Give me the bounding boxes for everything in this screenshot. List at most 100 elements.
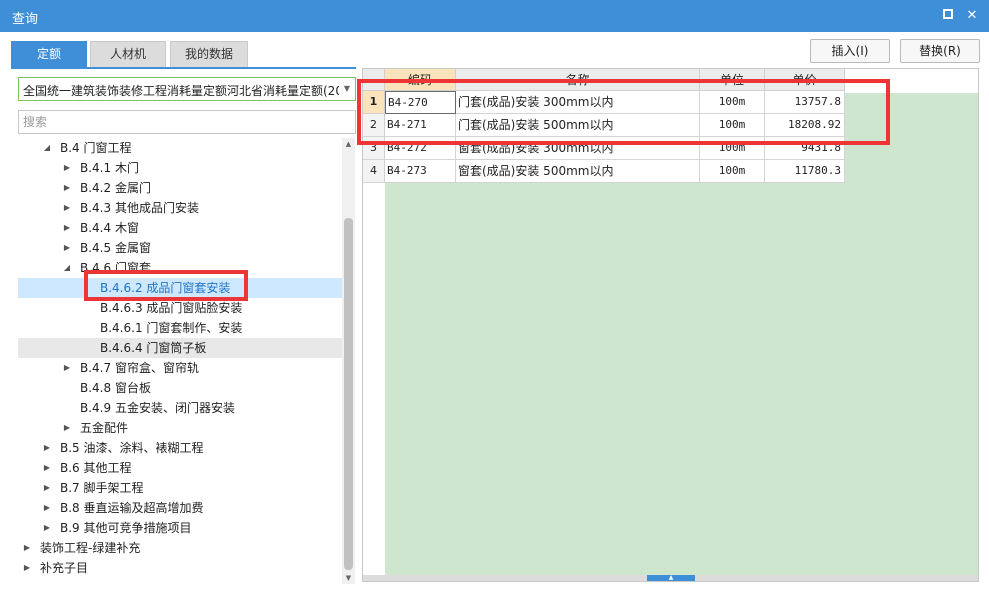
caret-collapsed-icon[interactable]: ▶: [42, 498, 52, 518]
tab-labor-materials[interactable]: 人材机: [90, 41, 166, 67]
tree-item-label: B.4.6.1 门窗套制作、安装: [100, 321, 243, 335]
tree-item[interactable]: ▶ 五金配件: [18, 418, 342, 438]
tree-item[interactable]: B.4.6.2 成品门窗套安装: [18, 278, 342, 298]
cell-code[interactable]: B4-271: [385, 114, 456, 137]
tree-item-label: B.4.6 门窗套: [80, 261, 151, 275]
search-input[interactable]: [18, 110, 356, 134]
cell-code[interactable]: B4-272: [385, 137, 456, 160]
tree-item[interactable]: ◢ B.4 门窗工程: [18, 138, 342, 158]
tree-item[interactable]: ◢ B.4.6 门窗套: [18, 258, 342, 278]
splitter-collapse-icon[interactable]: ▲: [647, 575, 695, 581]
caret-collapsed-icon[interactable]: ▶: [62, 158, 72, 178]
tree-item[interactable]: B.4.6.3 成品门窗贴脸安装: [18, 298, 342, 318]
tree-item-label: B.4 门窗工程: [60, 141, 132, 155]
tree-item-label: B.6 其他工程: [60, 461, 132, 475]
cell-code[interactable]: B4-273: [385, 160, 456, 183]
tree-item[interactable]: ▶ 装饰工程-绿建补充: [18, 538, 342, 558]
column-header-price[interactable]: 单价: [765, 69, 845, 91]
tree-item[interactable]: B.4.6.1 门窗套制作、安装: [18, 318, 342, 338]
tree-item[interactable]: ▶ B.4.7 窗帘盒、窗帘轨: [18, 358, 342, 378]
tab-quota[interactable]: 定额: [11, 41, 87, 67]
cell-name[interactable]: 窗套(成品)安装 500mm以内: [456, 160, 700, 183]
tab-my-data[interactable]: 我的数据: [170, 41, 248, 67]
quota-library-select[interactable]: 全国统一建筑装饰装修工程消耗量定额河北省消耗量定额(20 ▼: [18, 77, 356, 101]
cell-name[interactable]: 门套(成品)安装 300mm以内: [456, 91, 700, 114]
caret-collapsed-icon[interactable]: ▶: [62, 178, 72, 198]
replace-button[interactable]: 替换(R): [900, 39, 980, 63]
cell-unit[interactable]: 100m: [700, 160, 765, 183]
row-number[interactable]: 2: [363, 114, 385, 137]
tree-item-label: B.4.7 窗帘盒、窗帘轨: [80, 361, 199, 375]
caret-collapsed-icon[interactable]: ▶: [42, 518, 52, 538]
scroll-down-icon[interactable]: ▼: [342, 572, 355, 584]
caret-expanded-icon[interactable]: ◢: [62, 258, 72, 278]
scrollbar-thumb[interactable]: [344, 218, 353, 570]
scroll-up-icon[interactable]: ▲: [342, 138, 355, 150]
caret-collapsed-icon[interactable]: ▶: [62, 238, 72, 258]
row-number[interactable]: 3: [363, 137, 385, 160]
cell-name[interactable]: 门套(成品)安装 500mm以内: [456, 114, 700, 137]
tree-item[interactable]: ▶ B.4.1 木门: [18, 158, 342, 178]
tab-underline: [11, 67, 356, 69]
tree-item[interactable]: B.4.9 五金安装、闭门器安装: [18, 398, 342, 418]
tree-item-label: B.4.9 五金安装、闭门器安装: [80, 401, 235, 415]
tree-item-label: B.7 脚手架工程: [60, 481, 144, 495]
tree-item[interactable]: ▶ B.7 脚手架工程: [18, 478, 342, 498]
cell-code[interactable]: B4-270: [385, 91, 456, 114]
tree-item-label: B.4.2 金属门: [80, 181, 151, 195]
tree-item-label: 补充子目: [40, 561, 89, 575]
cell-unit[interactable]: 100m: [700, 91, 765, 114]
tree-item[interactable]: ▶ 补充子目: [18, 558, 342, 578]
caret-collapsed-icon[interactable]: ▶: [22, 538, 32, 558]
tree-item[interactable]: ▶ B.4.5 金属窗: [18, 238, 342, 258]
tree-item-label: B.4.6.2 成品门窗套安装: [100, 281, 231, 295]
tree-item[interactable]: ▶ B.4.2 金属门: [18, 178, 342, 198]
caret-collapsed-icon[interactable]: ▶: [62, 218, 72, 238]
caret-expanded-icon[interactable]: ◢: [42, 138, 52, 158]
tree-item-label: B.5 油漆、涂料、裱糊工程: [60, 441, 204, 455]
insert-button[interactable]: 插入(I): [810, 39, 890, 63]
tree-item[interactable]: B.4.8 窗台板: [18, 378, 342, 398]
tree-item-label: B.4.6.4 门窗筒子板: [100, 341, 207, 355]
row-number[interactable]: 4: [363, 160, 385, 183]
tree-item-label: B.4.4 木窗: [80, 221, 139, 235]
caret-collapsed-icon[interactable]: ▶: [42, 478, 52, 498]
cell-price[interactable]: 9431.8: [765, 137, 845, 160]
cell-name[interactable]: 窗套(成品)安装 300mm以内: [456, 137, 700, 160]
tree-item[interactable]: ▶ B.4.4 木窗: [18, 218, 342, 238]
tree-item[interactable]: ▶ B.5 油漆、涂料、裱糊工程: [18, 438, 342, 458]
tree-item[interactable]: ▶ B.6 其他工程: [18, 458, 342, 478]
title-bar: 查询 ✕: [0, 0, 989, 32]
tree-item[interactable]: ▶ B.8 垂直运输及超高增加费: [18, 498, 342, 518]
tree-item-label: B.4.8 窗台板: [80, 381, 151, 395]
tree-item[interactable]: ▶ B.4.3 其他成品门安装: [18, 198, 342, 218]
caret-collapsed-icon[interactable]: ▶: [62, 418, 72, 438]
tree-item-label: B.4.5 金属窗: [80, 241, 151, 255]
dropdown-arrow-icon[interactable]: ▼: [339, 78, 355, 100]
cell-unit[interactable]: 100m: [700, 114, 765, 137]
cell-unit[interactable]: 100m: [700, 137, 765, 160]
table-horizontal-scrollbar[interactable]: ▲: [363, 575, 978, 581]
cell-price[interactable]: 18208.92: [765, 114, 845, 137]
tree-item-label: B.4.3 其他成品门安装: [80, 201, 199, 215]
column-header-name[interactable]: 名称: [456, 69, 700, 91]
column-header-code[interactable]: 编码: [385, 69, 456, 91]
caret-collapsed-icon[interactable]: ▶: [42, 438, 52, 458]
caret-collapsed-icon[interactable]: ▶: [42, 458, 52, 478]
maximize-icon[interactable]: [938, 6, 958, 26]
caret-collapsed-icon[interactable]: ▶: [22, 558, 32, 578]
tree-item-label: 五金配件: [80, 421, 129, 435]
close-icon[interactable]: ✕: [962, 6, 982, 26]
quota-library-value: 全国统一建筑装饰装修工程消耗量定额河北省消耗量定额(20: [23, 84, 343, 98]
tree-item[interactable]: ▶ B.9 其他可竞争措施项目: [18, 518, 342, 538]
cell-price[interactable]: 11780.3: [765, 160, 845, 183]
caret-collapsed-icon[interactable]: ▶: [62, 198, 72, 218]
table-corner: [363, 69, 385, 91]
cell-price[interactable]: 13757.8: [765, 91, 845, 114]
caret-collapsed-icon[interactable]: ▶: [62, 358, 72, 378]
tree-item[interactable]: B.4.6.4 门窗筒子板: [18, 338, 342, 358]
column-header-unit[interactable]: 单位: [700, 69, 765, 91]
row-number[interactable]: 1: [363, 91, 385, 114]
window-title: 查询: [12, 12, 39, 27]
tree-scrollbar[interactable]: ▲ ▼: [342, 138, 355, 584]
